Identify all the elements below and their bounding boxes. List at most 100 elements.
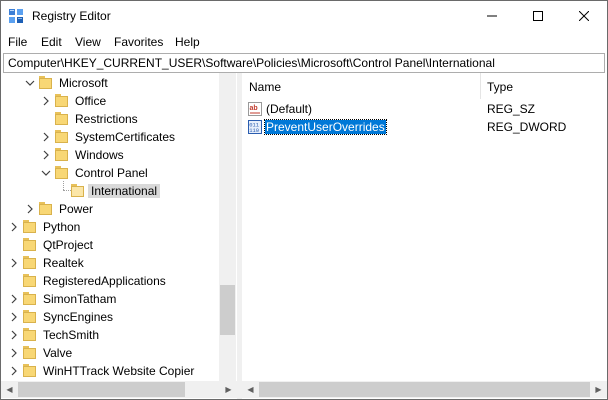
scroll-left-arrow-icon[interactable]: ◀ bbox=[242, 381, 259, 398]
tree-item-office[interactable]: Office bbox=[1, 92, 237, 110]
tree-item-valve[interactable]: Valve bbox=[1, 344, 237, 362]
column-header-name[interactable]: Name bbox=[242, 73, 480, 99]
chevron-right-icon[interactable] bbox=[9, 221, 19, 233]
folder-icon bbox=[71, 184, 85, 197]
chevron-right-icon[interactable] bbox=[9, 293, 19, 305]
tree-item-label: QtProject bbox=[43, 238, 94, 252]
tree-item-label: Windows bbox=[75, 148, 124, 162]
tree-item-registeredapplications[interactable]: RegisteredApplications bbox=[1, 272, 237, 290]
folder-icon bbox=[23, 292, 37, 305]
tree-item-label: TechSmith bbox=[43, 328, 100, 342]
tree-connector bbox=[63, 181, 65, 190]
tree-item-realtek[interactable]: Realtek bbox=[1, 254, 237, 272]
tree-item-simontatham[interactable]: SimonTatham bbox=[1, 290, 237, 308]
tree-item-restrictions[interactable]: Restrictions bbox=[1, 110, 237, 128]
registry-editor-icon bbox=[9, 9, 23, 23]
list-horizontal-scroll-thumb[interactable] bbox=[259, 382, 590, 397]
chevron-right-icon[interactable] bbox=[9, 329, 19, 341]
key-tree: Microsoft Office Restrictions SystemCertifi… bbox=[1, 73, 237, 381]
folder-icon bbox=[39, 202, 53, 215]
tree-item-label: RegisteredApplications bbox=[43, 274, 166, 288]
tree-item-label: Power bbox=[59, 202, 94, 216]
column-name-label: Name bbox=[249, 80, 282, 94]
value-row-default[interactable]: ab (Default) REG_SZ bbox=[242, 100, 607, 118]
tree-item-label: Python bbox=[43, 220, 81, 234]
chevron-down-icon[interactable] bbox=[41, 167, 51, 179]
tree-horizontal-scroll-thumb[interactable] bbox=[18, 382, 185, 397]
maximize-button[interactable] bbox=[515, 1, 561, 31]
minimize-icon bbox=[487, 15, 497, 17]
folder-icon bbox=[55, 166, 69, 179]
menu-file[interactable]: File bbox=[8, 35, 27, 49]
folder-icon bbox=[55, 130, 69, 143]
tree-item-python[interactable]: Python bbox=[1, 218, 237, 236]
folder-icon bbox=[55, 94, 69, 107]
tree-item-label: SimonTatham bbox=[43, 292, 117, 306]
tree-vertical-scrollbar[interactable] bbox=[219, 73, 236, 381]
tree-item-label: WinHTTrack Website Copier bbox=[43, 364, 195, 378]
chevron-right-icon[interactable] bbox=[25, 203, 35, 215]
address-path: Computer\HKEY_CURRENT_USER\Software\Poli… bbox=[8, 56, 495, 70]
tree-item-syncengines[interactable]: SyncEngines bbox=[1, 308, 237, 326]
scroll-right-arrow-icon[interactable]: ▶ bbox=[590, 381, 607, 398]
tree-item-international[interactable]: International bbox=[1, 182, 237, 200]
minimize-button[interactable] bbox=[469, 1, 515, 31]
tree-item-label: Microsoft bbox=[59, 76, 108, 90]
tree-item-power[interactable]: Power bbox=[1, 200, 237, 218]
value-name: PreventUserOverrides bbox=[264, 119, 387, 135]
tree-item-control-panel[interactable]: Control Panel bbox=[1, 164, 237, 182]
folder-icon bbox=[55, 148, 69, 161]
title-bar: Registry Editor bbox=[1, 1, 607, 31]
tree-vertical-scroll-thumb[interactable] bbox=[220, 285, 235, 335]
tree-connector bbox=[63, 190, 71, 192]
menu-favorites[interactable]: Favorites bbox=[114, 35, 163, 49]
list-horizontal-scrollbar[interactable]: ◀ ▶ bbox=[242, 381, 607, 398]
chevron-right-icon[interactable] bbox=[9, 311, 19, 323]
tree-item-qtproject[interactable]: QtProject bbox=[1, 236, 237, 254]
scroll-left-arrow-icon[interactable]: ◀ bbox=[1, 381, 18, 398]
value-row-preventuseroverrides[interactable]: 011 110 PreventUserOverrides REG_DWORD bbox=[242, 118, 607, 136]
tree-horizontal-scrollbar[interactable]: ◀ ▶ bbox=[1, 381, 237, 398]
folder-icon bbox=[39, 76, 53, 89]
tree-item-techsmith[interactable]: TechSmith bbox=[1, 326, 237, 344]
scroll-right-arrow-icon[interactable]: ▶ bbox=[220, 381, 237, 398]
chevron-right-icon[interactable] bbox=[41, 131, 51, 143]
column-header-type[interactable]: Type bbox=[480, 73, 607, 99]
value-name: (Default) bbox=[266, 102, 313, 116]
dword-value-icon: 011 110 bbox=[248, 120, 262, 134]
tree-item-windows[interactable]: Windows bbox=[1, 146, 237, 164]
maximize-icon bbox=[533, 11, 543, 21]
tree-item-winhttrack-website-copier[interactable]: WinHTTrack Website Copier bbox=[1, 362, 237, 380]
folder-icon bbox=[23, 220, 37, 233]
menu-bar: File Edit View Favorites Help bbox=[1, 32, 607, 52]
registry-editor-window: Registry Editor File Edit View Favorites… bbox=[0, 0, 608, 400]
folder-icon bbox=[23, 274, 37, 287]
chevron-right-icon[interactable] bbox=[41, 149, 51, 161]
folder-icon bbox=[23, 310, 37, 323]
tree-item-label: SystemCertificates bbox=[75, 130, 176, 144]
tree-item-label: Realtek bbox=[43, 256, 84, 270]
menu-help[interactable]: Help bbox=[175, 35, 200, 49]
value-list: Name Type ab (Default) REG_SZ 011 110 Pr… bbox=[242, 73, 607, 381]
address-bar[interactable]: Computer\HKEY_CURRENT_USER\Software\Poli… bbox=[3, 53, 605, 73]
close-button[interactable] bbox=[561, 1, 607, 31]
folder-icon bbox=[23, 256, 37, 269]
tree-item-microsoft[interactable]: Microsoft bbox=[1, 74, 237, 92]
value-type: REG_DWORD bbox=[487, 120, 567, 134]
chevron-right-icon[interactable] bbox=[9, 257, 19, 269]
chevron-right-icon[interactable] bbox=[9, 347, 19, 359]
chevron-right-icon[interactable] bbox=[9, 365, 19, 377]
menu-edit[interactable]: Edit bbox=[41, 35, 62, 49]
chevron-down-icon[interactable] bbox=[25, 77, 35, 89]
folder-icon bbox=[23, 328, 37, 341]
chevron-right-icon[interactable] bbox=[41, 95, 51, 107]
tree-item-label: International bbox=[88, 184, 161, 198]
tree-item-systemcertificates[interactable]: SystemCertificates bbox=[1, 128, 237, 146]
tree-item-label: Restrictions bbox=[75, 112, 138, 126]
value-type: REG_SZ bbox=[487, 102, 536, 116]
tree-item-label: SyncEngines bbox=[43, 310, 114, 324]
svg-text:ab: ab bbox=[250, 105, 258, 112]
close-icon bbox=[579, 11, 589, 21]
menu-view[interactable]: View bbox=[75, 35, 101, 49]
tree-item-label: Valve bbox=[43, 346, 73, 360]
